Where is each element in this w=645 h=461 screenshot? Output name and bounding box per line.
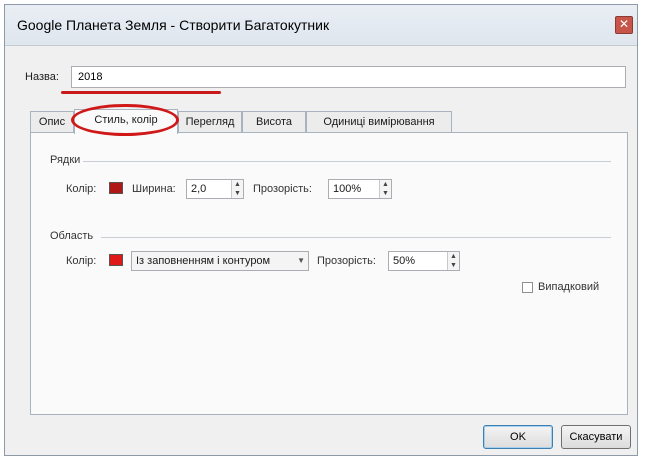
- lines-group-divider: [83, 161, 611, 162]
- chevron-down-icon: ▼: [297, 256, 305, 265]
- random-checkbox-label: Випадковий: [538, 281, 600, 293]
- tab-style-color[interactable]: Стиль, колір: [74, 109, 178, 134]
- lines-width-value: 2,0: [191, 183, 207, 195]
- name-label: Назва:: [25, 71, 59, 83]
- name-input[interactable]: [71, 66, 626, 88]
- dialog-window: Google Планета Земля - Створити Багатоку…: [4, 4, 638, 456]
- spin-arrows-icon[interactable]: ▲ ▼: [231, 180, 243, 198]
- random-checkbox[interactable]: [522, 282, 533, 293]
- tab-view[interactable]: Перегляд: [178, 111, 242, 133]
- style-color-panel: Рядки Колір: Ширина: 2,0 ▲ ▼ Прозорість: …: [30, 132, 628, 415]
- lines-opacity-label: Прозорість:: [253, 183, 312, 195]
- lines-opacity-value: 100%: [333, 183, 362, 195]
- lines-group-title: Рядки: [50, 154, 81, 166]
- area-color-label: Колір:: [66, 255, 97, 267]
- tab-description[interactable]: Опис: [30, 111, 74, 133]
- spin-arrows-icon[interactable]: ▲ ▼: [379, 180, 391, 198]
- lines-width-spinner[interactable]: 2,0 ▲ ▼: [186, 179, 244, 199]
- annotation-underline: [61, 91, 221, 94]
- area-opacity-value: 50%: [393, 255, 416, 267]
- area-opacity-label: Прозорість:: [317, 255, 376, 267]
- fill-mode-select[interactable]: Із заповненням і контуром ▼: [131, 251, 309, 271]
- ok-button[interactable]: OK: [483, 425, 553, 449]
- lines-color-swatch[interactable]: [109, 182, 123, 194]
- area-group-divider: [101, 237, 611, 238]
- area-color-swatch[interactable]: [109, 254, 123, 266]
- cancel-button[interactable]: Скасувати: [561, 425, 631, 449]
- fill-mode-value: Із заповненням і контуром: [136, 255, 271, 267]
- lines-color-label: Колір:: [66, 183, 97, 195]
- title-bar: Google Планета Земля - Створити Багатоку…: [5, 5, 637, 46]
- lines-width-label: Ширина:: [132, 183, 176, 195]
- lines-opacity-spinner[interactable]: 100% ▲ ▼: [328, 179, 392, 199]
- tab-altitude[interactable]: Висота: [242, 111, 306, 133]
- spin-arrows-icon[interactable]: ▲ ▼: [447, 252, 459, 270]
- area-opacity-spinner[interactable]: 50% ▲ ▼: [388, 251, 460, 271]
- close-icon[interactable]: ✕: [615, 16, 633, 34]
- area-group-title: Область: [50, 230, 94, 242]
- window-title: Google Планета Земля - Створити Багатоку…: [17, 17, 330, 33]
- tab-units[interactable]: Одиниці вимірювання: [306, 111, 452, 133]
